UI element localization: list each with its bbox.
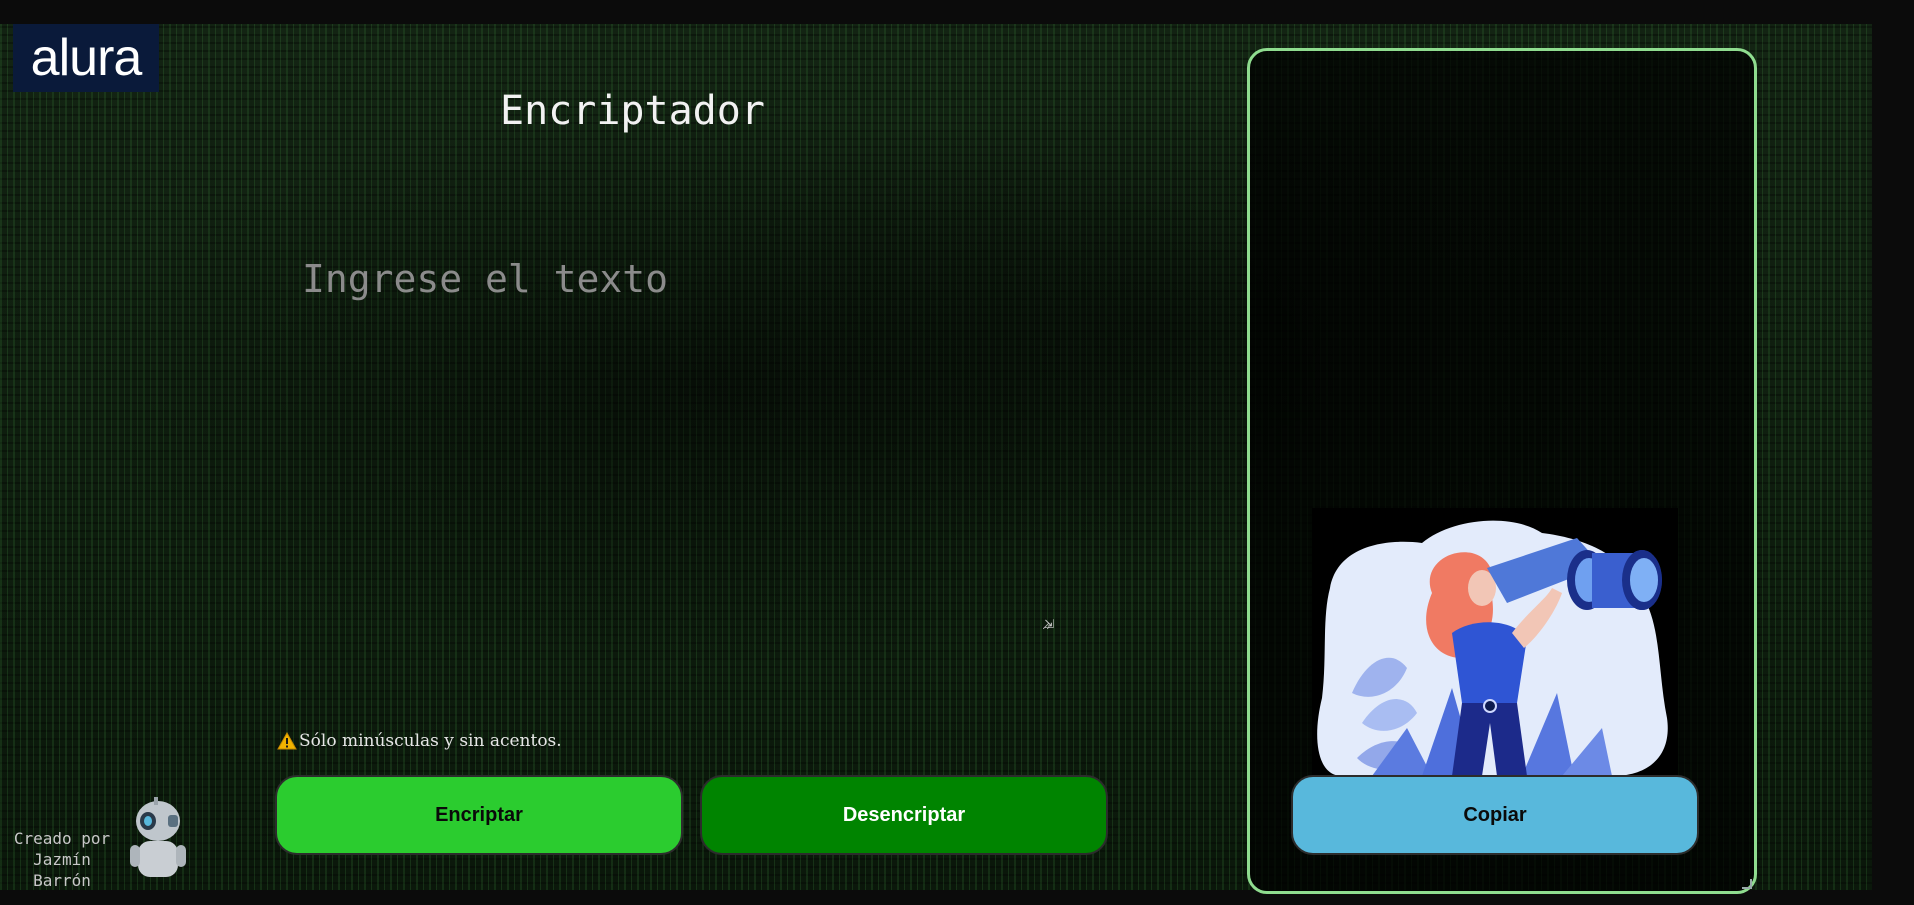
hint-text: Sólo minúsculas y sin acentos. <box>299 731 562 751</box>
text-input[interactable] <box>290 245 1050 630</box>
resize-grip-icon[interactable] <box>1742 879 1752 889</box>
robot-icon <box>122 793 194 883</box>
decrypt-button[interactable]: Desencriptar <box>700 775 1108 855</box>
textarea-resize-icon[interactable]: ⇲ <box>1044 617 1054 631</box>
woman-binoculars-icon <box>1317 520 1668 776</box>
logo-text: alura <box>30 29 143 87</box>
top-bar <box>0 0 1914 24</box>
hint-message: Sólo minúsculas y sin acentos. <box>277 731 562 751</box>
credit-line-2: Jazmín <box>33 850 91 869</box>
page-title: Encriptador <box>500 88 765 134</box>
credit-text: Creado por Jazmín Barrón <box>12 828 112 891</box>
copy-button[interactable]: Copiar <box>1291 775 1699 855</box>
credit-line-1: Creado por <box>13 829 111 848</box>
warning-icon <box>277 732 297 750</box>
binoculars-illustration <box>1312 508 1678 776</box>
alura-logo[interactable]: alura <box>13 24 159 92</box>
credit-line-3: Barrón <box>33 871 91 890</box>
encrypt-button[interactable]: Encriptar <box>275 775 683 855</box>
